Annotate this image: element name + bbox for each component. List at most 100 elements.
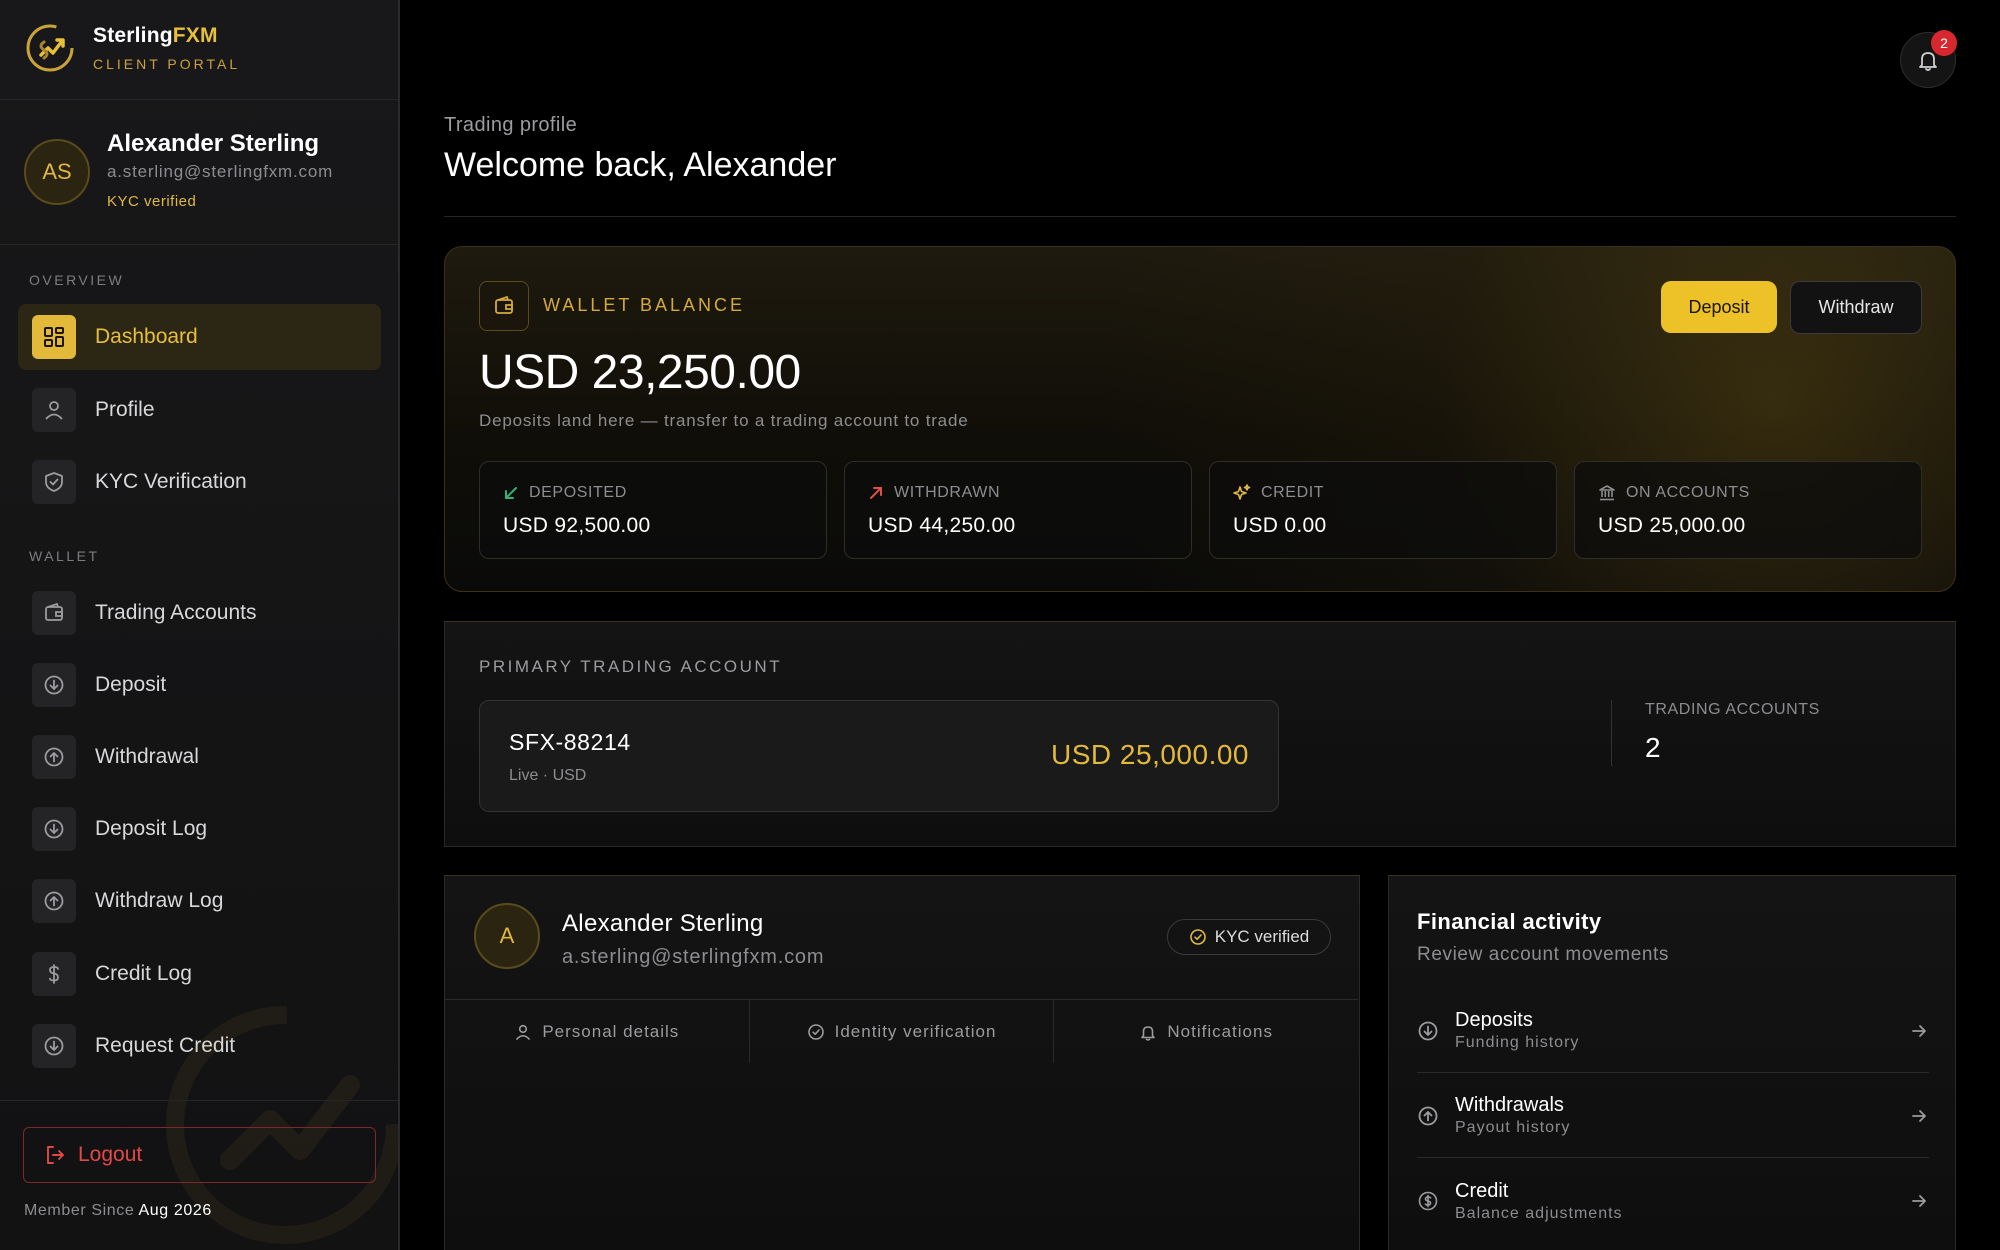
section-label-wallet: WALLET — [29, 548, 100, 564]
section-label-overview: OVERVIEW — [29, 272, 125, 288]
logout-button[interactable]: Logout — [23, 1127, 376, 1183]
page-title: Welcome back, Alexander — [444, 146, 837, 184]
activity-row-title: Withdrawals — [1455, 1094, 1564, 1116]
check-circle-icon — [1189, 929, 1206, 945]
stat-withdrawn: WITHDRAWN USD 44,250.00 — [844, 461, 1192, 559]
arrow-down-left-icon — [505, 487, 517, 499]
wallet-icon — [32, 591, 76, 635]
activity-row-withdrawals[interactable]: Withdrawals Payout history — [1417, 1074, 1929, 1158]
trading-accounts-count: 2 — [1645, 732, 1661, 763]
sidebar-item-withdraw-log[interactable]: Withdraw Log — [18, 868, 381, 934]
account-id: SFX-88214 — [509, 729, 631, 755]
primary-account-item[interactable]: SFX-88214 Live · USD USD 25,000.00 — [479, 700, 1279, 812]
arrow-up-circle-icon — [32, 735, 76, 779]
deposit-button[interactable]: Deposit — [1661, 281, 1777, 333]
bell-icon — [1141, 1025, 1156, 1041]
arrow-up-circle-icon — [1418, 1106, 1438, 1125]
sidebar-item-label: Trading Accounts — [95, 601, 257, 624]
activity-subtitle: Review account movements — [1417, 944, 1670, 965]
dollar-icon — [32, 952, 76, 996]
sidebar-item-label: Deposit Log — [95, 817, 208, 840]
withdraw-button[interactable]: Withdraw — [1790, 281, 1922, 334]
activity-row-subtitle: Balance adjustments — [1455, 1204, 1623, 1222]
wallet-balance-label: WALLET BALANCE — [543, 295, 746, 315]
stat-value: USD 0.00 — [1233, 514, 1327, 537]
sidebar-item-profile[interactable]: Profile — [18, 377, 381, 443]
account-balance: USD 25,000.00 — [1051, 739, 1249, 770]
arrow-up-right-icon — [870, 487, 882, 499]
brand-header: SterlingFXM CLIENT PORTAL — [0, 0, 398, 100]
stat-value: USD 25,000.00 — [1598, 514, 1746, 537]
activity-row-title: Deposits — [1455, 1009, 1533, 1031]
member-since: Member Since Aug 2026 — [24, 1202, 212, 1219]
wallet-icon — [479, 281, 529, 331]
primary-trading-account-card: PRIMARY TRADING ACCOUNT SFX-88214 Live ·… — [444, 621, 1956, 847]
sidebar-item-deposit-log[interactable]: Deposit Log — [18, 796, 381, 862]
kyc-status-badge: KYC verified — [1167, 919, 1331, 955]
financial-activity-card: Financial activity Review account moveme… — [1388, 875, 1956, 1250]
primary-account-label: PRIMARY TRADING ACCOUNT — [479, 657, 783, 676]
user-name: Alexander Sterling — [107, 130, 320, 157]
sidebar-item-kyc[interactable]: KYC Verification — [18, 449, 381, 515]
sidebar-item-label: KYC Verification — [95, 470, 247, 493]
sidebar-item-trading-accounts[interactable]: Trading Accounts — [18, 580, 381, 646]
wallet-balance-card: WALLET BALANCE USD 23,250.00 Deposits la… — [444, 246, 1956, 592]
arrow-down-circle-icon — [1418, 1021, 1438, 1040]
activity-title: Financial activity — [1417, 909, 1602, 934]
sidebar-item-label: Withdraw Log — [95, 889, 224, 912]
activity-row-title: Credit — [1455, 1179, 1509, 1202]
wallet-balance-note: Deposits land here — transfer to a tradi… — [479, 411, 969, 430]
sidebar-footer: Logout Member Since Aug 2026 — [0, 1100, 398, 1250]
user-icon — [516, 1024, 531, 1040]
stat-credit: CREDIT USD 0.00 — [1209, 461, 1557, 559]
sidebar: SterlingFXM CLIENT PORTAL AS Alexander S… — [0, 0, 400, 1250]
header-divider — [444, 216, 1956, 217]
activity-row-deposits[interactable]: Deposits Funding history — [1417, 989, 1929, 1073]
logout-label: Logout — [78, 1143, 143, 1166]
brand-name: SterlingFXM — [93, 24, 218, 47]
sidebar-item-withdrawal[interactable]: Withdrawal — [18, 724, 381, 790]
sidebar-item-label: Profile — [95, 398, 155, 421]
profile-card: A Alexander Sterling a.sterling@sterling… — [444, 875, 1360, 1250]
kyc-status: KYC verified — [107, 193, 197, 210]
user-email: a.sterling@sterlingfxm.com — [107, 162, 334, 181]
sparkles-icon — [1233, 484, 1251, 500]
dollar-circle-icon — [1418, 1191, 1438, 1211]
brand-logo-icon[interactable] — [24, 22, 76, 74]
tab-label: Personal details — [542, 1021, 680, 1041]
brand-subtitle: CLIENT PORTAL — [93, 56, 241, 72]
wallet-balance-amount: USD 23,250.00 — [479, 346, 801, 399]
tab-personal-details[interactable]: Personal details — [445, 1000, 750, 1063]
stat-label: CREDIT — [1261, 484, 1325, 501]
tab-identity-verification[interactable]: Identity verification — [750, 1000, 1055, 1063]
sidebar-item-dashboard[interactable]: Dashboard — [18, 304, 381, 370]
profile-email: a.sterling@sterlingfxm.com — [562, 946, 825, 968]
activity-row-credit[interactable]: Credit Balance adjustments — [1417, 1159, 1929, 1243]
arrow-right-icon — [1912, 1109, 1926, 1122]
account-meta: Live · USD — [509, 767, 587, 784]
logout-icon — [47, 1146, 64, 1164]
arrow-right-icon — [1912, 1195, 1926, 1207]
profile-tabs: Personal details Identity verification N… — [445, 999, 1358, 1063]
kyc-badge-label: KYC verified — [1214, 927, 1310, 946]
tab-label: Identity verification — [834, 1021, 997, 1041]
arrow-down-circle-icon — [32, 1024, 76, 1068]
stat-value: USD 44,250.00 — [868, 514, 1016, 537]
stat-on-accounts: ON ACCOUNTS USD 25,000.00 — [1574, 461, 1922, 559]
sidebar-item-label: Credit Log — [95, 962, 192, 985]
stat-label: DEPOSITED — [529, 484, 627, 501]
sidebar-item-deposit[interactable]: Deposit — [18, 652, 381, 718]
stat-label: ON ACCOUNTS — [1626, 484, 1750, 501]
arrow-down-circle-icon — [32, 663, 76, 707]
activity-row-subtitle: Funding history — [1455, 1034, 1580, 1051]
tab-label: Notifications — [1167, 1021, 1273, 1041]
notification-count-badge: 2 — [1931, 30, 1957, 56]
sidebar-item-label: Withdrawal — [95, 745, 199, 768]
stat-label: WITHDRAWN — [894, 484, 1001, 501]
activity-row-subtitle: Payout history — [1455, 1119, 1571, 1136]
arrow-down-circle-icon — [32, 807, 76, 851]
sidebar-item-label: Dashboard — [95, 325, 198, 348]
shield-check-icon — [32, 460, 76, 504]
avatar[interactable]: AS — [24, 139, 90, 205]
tab-notifications[interactable]: Notifications — [1054, 1000, 1358, 1063]
